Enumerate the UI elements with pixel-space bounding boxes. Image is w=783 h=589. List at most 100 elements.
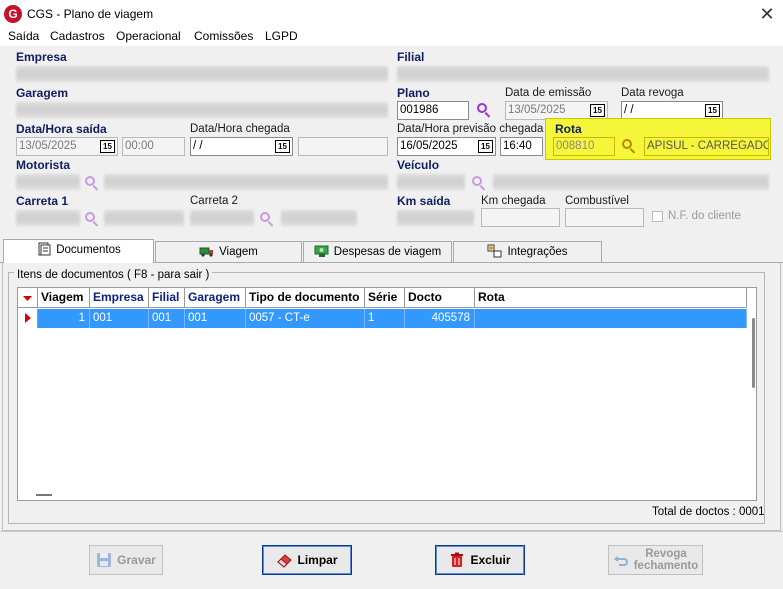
carreta1-descricao-field[interactable]: [104, 210, 184, 226]
revoga-label: Revoga: [645, 548, 687, 560]
documents-group-caption: Itens de documentos ( F8 - para sair ): [14, 269, 213, 281]
fechamento-label: fechamento: [633, 560, 699, 572]
tab-despesas-label: Despesas de viagem: [333, 246, 442, 258]
veiculo-label: Veículo: [397, 158, 440, 172]
tab-integracoes[interactable]: Integrações: [453, 241, 602, 262]
menu-comissoes[interactable]: Comissões: [194, 29, 253, 43]
documents-table[interactable]: Viagem Empresa Filial Garagem Tipo de do…: [17, 287, 757, 501]
carreta2-codigo-field[interactable]: [190, 210, 254, 226]
menu-operacional[interactable]: Operacional: [116, 29, 181, 43]
plano-label: Plano: [397, 86, 430, 100]
tab-despesas[interactable]: Despesas de viagem: [303, 241, 452, 262]
excluir-label: Excluir: [470, 553, 511, 567]
gravar-button[interactable]: Gravar: [89, 545, 163, 575]
menu-saida[interactable]: Saída: [8, 29, 39, 43]
rota-label: Rota: [555, 122, 582, 136]
carreta2-label: Carreta 2: [190, 195, 238, 207]
menu-cadastros[interactable]: Cadastros: [50, 29, 105, 43]
previsao-calendar-icon[interactable]: 15: [478, 140, 493, 153]
money-icon: [314, 244, 330, 260]
carreta2-search-icon[interactable]: [259, 211, 275, 227]
data-emissao-label: Data de emissão: [505, 87, 592, 99]
truck-icon: [199, 244, 215, 260]
empresa-label: Empresa: [16, 50, 67, 64]
cell-empresa[interactable]: 001: [90, 309, 149, 328]
filial-field[interactable]: [397, 66, 769, 82]
integration-icon: [487, 244, 503, 260]
col-docto[interactable]: Docto: [405, 288, 475, 308]
cell-filial[interactable]: 001: [149, 309, 185, 328]
carreta1-codigo-field[interactable]: [16, 210, 80, 226]
undo-arrow-icon: [613, 552, 629, 568]
col-rota[interactable]: Rota: [475, 288, 747, 308]
close-icon[interactable]: ✕: [755, 3, 779, 25]
motorista-search-icon[interactable]: [84, 175, 100, 191]
col-tipo-documento[interactable]: Tipo de documento: [246, 288, 365, 308]
col-garagem[interactable]: Garagem: [185, 288, 246, 308]
col-filial[interactable]: Filial: [149, 288, 185, 308]
app-logo-icon: G: [4, 5, 22, 23]
col-empresa[interactable]: Empresa: [90, 288, 149, 308]
sort-down-icon: [23, 296, 32, 301]
trash-icon: [449, 552, 465, 568]
cell-serie[interactable]: 1: [365, 309, 405, 328]
chegada-hora-input: [298, 137, 388, 156]
nf-cliente-label: N.F. do cliente: [668, 210, 741, 222]
data-hora-chegada-label: Data/Hora chegada: [190, 123, 290, 135]
motorista-codigo-field[interactable]: [16, 174, 80, 190]
previsao-hora-input[interactable]: 16:40: [500, 137, 543, 156]
nf-cliente-checkbox[interactable]: [652, 211, 663, 222]
garagem-label: Garagem: [16, 86, 69, 100]
gravar-label: Gravar: [117, 553, 156, 567]
total-doctos: Total de doctos : 0001: [652, 506, 765, 518]
row-indicator-header: [18, 288, 38, 308]
tab-viagem[interactable]: Viagem: [155, 241, 302, 262]
saida-hora-input: 00:00: [122, 137, 185, 156]
cell-garagem[interactable]: 001: [185, 309, 246, 328]
vertical-scroll-thumb[interactable]: [752, 318, 755, 388]
limpar-button[interactable]: Limpar: [262, 545, 352, 575]
plano-search-icon[interactable]: [476, 102, 492, 118]
km-saida-field[interactable]: [397, 210, 474, 226]
rota-search-icon[interactable]: [621, 138, 637, 154]
excluir-button[interactable]: Excluir: [435, 545, 525, 575]
data-revoga-calendar-icon[interactable]: 15: [705, 104, 720, 117]
current-row-icon: [25, 313, 31, 323]
cell-tipo-documento[interactable]: 0057 - CT-e: [246, 309, 365, 328]
garagem-field[interactable]: [16, 102, 388, 118]
veiculo-descricao-field[interactable]: [493, 174, 769, 190]
col-viagem[interactable]: Viagem: [38, 288, 90, 308]
veiculo-search-icon[interactable]: [471, 175, 487, 191]
carreta1-search-icon[interactable]: [84, 211, 100, 227]
limpar-label: Limpar: [297, 553, 338, 567]
horizontal-scroll-thumb[interactable]: [36, 494, 52, 496]
empresa-field[interactable]: [16, 66, 388, 82]
window-title: CGS - Plano de viagem: [27, 7, 154, 21]
carreta2-descricao-field[interactable]: [281, 210, 357, 226]
eraser-icon: [276, 552, 293, 568]
rota-descricao-input: APISUL - CARREGADO -: [644, 137, 769, 156]
cell-docto[interactable]: 405578: [405, 309, 475, 328]
cell-viagem[interactable]: 1: [38, 309, 90, 328]
data-hora-saida-label: Data/Hora saída: [16, 122, 107, 136]
row-indicator[interactable]: [18, 309, 38, 328]
km-chegada-label: Km chegada: [481, 195, 546, 207]
plano-input[interactable]: 001986: [397, 101, 469, 120]
tab-viagem-label: Viagem: [219, 246, 258, 258]
veiculo-codigo-field[interactable]: [397, 174, 465, 190]
tab-documentos[interactable]: Documentos: [3, 239, 154, 263]
motorista-label: Motorista: [16, 158, 70, 172]
motorista-nome-field[interactable]: [104, 174, 388, 190]
data-emissao-calendar-icon[interactable]: 15: [590, 104, 605, 117]
saida-calendar-icon[interactable]: 15: [100, 140, 115, 153]
save-icon: [96, 552, 112, 568]
km-chegada-input: [481, 208, 560, 227]
col-serie[interactable]: Série: [365, 288, 405, 308]
data-revoga-label: Data revoga: [621, 87, 684, 99]
chegada-calendar-icon[interactable]: 15: [275, 140, 290, 153]
combustivel-input: [565, 208, 644, 227]
revoga-fechamento-button[interactable]: Revoga fechamento: [608, 545, 703, 575]
cell-rota[interactable]: [475, 309, 747, 328]
menu-lgpd[interactable]: LGPD: [265, 29, 298, 43]
filial-label: Filial: [397, 50, 425, 64]
